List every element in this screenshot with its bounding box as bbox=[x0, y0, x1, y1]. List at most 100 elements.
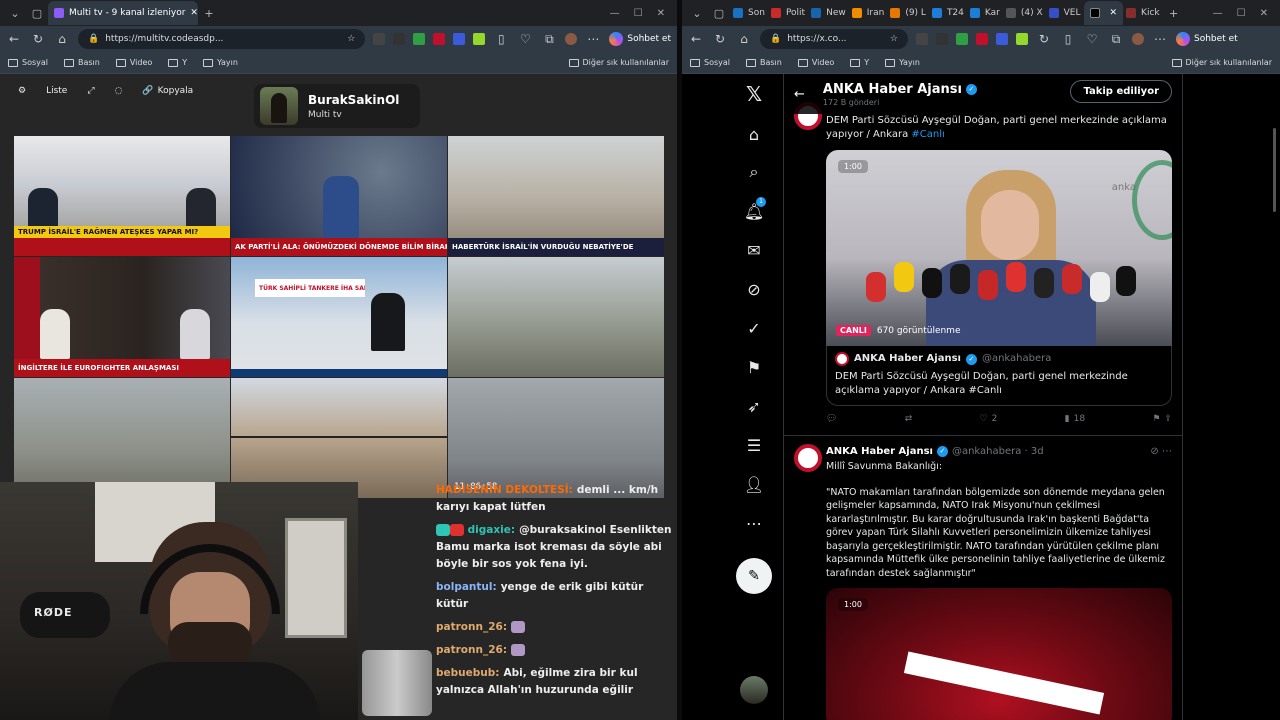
extension-icon[interactable] bbox=[473, 33, 486, 45]
tv-tile[interactable]: AK PARTİ'Lİ ALA: ÖNÜMÜZDEKİ DÖNEMDE BİLİ… bbox=[231, 136, 447, 256]
extension-icon[interactable] bbox=[1016, 33, 1028, 45]
workspaces-icon[interactable]: ▢ bbox=[708, 2, 730, 24]
tv-tile[interactable]: TÜRK SAHİPLİ TANKERE İHA SALDIRISI bbox=[231, 257, 447, 377]
profile-icon[interactable]: 👤︎ bbox=[742, 472, 766, 496]
extension-icon[interactable] bbox=[393, 33, 406, 45]
maximize-icon[interactable]: ☐ bbox=[634, 8, 643, 19]
other-favorites[interactable]: Diğer sık kullanılanlar bbox=[1171, 58, 1272, 67]
tab[interactable]: Kar bbox=[967, 1, 1003, 25]
tab[interactable]: Iran bbox=[849, 1, 888, 25]
lists-icon[interactable]: ☰ bbox=[742, 433, 766, 457]
grok-icon[interactable]: ⊘ bbox=[742, 277, 766, 301]
other-favorites[interactable]: Diğer sık kullanılanlar bbox=[568, 58, 669, 67]
bookmark-folder[interactable]: Video bbox=[115, 58, 152, 67]
extension-icon[interactable] bbox=[996, 33, 1008, 45]
split-screen-icon[interactable]: ▯ bbox=[493, 32, 509, 46]
home-icon[interactable]: ⌂ bbox=[742, 122, 766, 146]
scrollbar[interactable] bbox=[1273, 128, 1276, 212]
bookmark-folder[interactable]: Video bbox=[797, 58, 834, 67]
bookmark-folder[interactable]: Y bbox=[168, 58, 187, 67]
extension-icon[interactable] bbox=[916, 33, 928, 45]
hashtag-link[interactable]: #Canlı bbox=[911, 129, 944, 140]
tab[interactable]: Polit bbox=[768, 1, 808, 25]
retweet-button[interactable]: ⇄ bbox=[905, 414, 913, 424]
extension-icon[interactable] bbox=[453, 33, 466, 45]
close-window-icon[interactable]: ✕ bbox=[657, 8, 665, 19]
tab[interactable]: Son bbox=[730, 1, 768, 25]
new-tab-icon[interactable]: + bbox=[198, 2, 220, 24]
tab-multitv[interactable]: Multi tv - 9 kanal izleniyor ✕ bbox=[48, 1, 198, 25]
views-button[interactable]: ▮ 18 bbox=[1065, 414, 1085, 424]
tv-tile[interactable] bbox=[14, 378, 230, 498]
url-field[interactable]: 🔒 https://x.co... ☆ bbox=[760, 29, 908, 49]
extension-icon[interactable] bbox=[956, 33, 968, 45]
extension-icon[interactable] bbox=[373, 33, 386, 45]
messages-icon[interactable]: ✉ bbox=[742, 238, 766, 262]
tab-actions-icon[interactable]: ⌄ bbox=[686, 2, 708, 24]
tab-actions-icon[interactable]: ⌄ bbox=[4, 2, 26, 24]
bookmark-folder[interactable]: Yayın bbox=[885, 58, 920, 67]
favorites-icon[interactable]: ♡ bbox=[1084, 32, 1100, 46]
search-icon[interactable]: ⌕ bbox=[742, 160, 766, 184]
refresh-icon[interactable]: ↻ bbox=[30, 32, 46, 46]
close-window-icon[interactable]: ✕ bbox=[1260, 8, 1268, 19]
following-button[interactable]: Takip ediliyor bbox=[1070, 80, 1172, 103]
profile-avatar[interactable] bbox=[565, 33, 578, 45]
back-icon[interactable]: ← bbox=[688, 32, 704, 46]
extension-icon[interactable] bbox=[976, 33, 988, 45]
tab[interactable]: Kick bbox=[1123, 1, 1163, 25]
tv-tile[interactable] bbox=[448, 257, 664, 377]
profile-avatar[interactable] bbox=[1132, 33, 1144, 45]
tv-tile[interactable]: 11:06:58 bbox=[448, 378, 664, 498]
more-options-icon[interactable]: ⋯ bbox=[742, 511, 766, 535]
reply-button[interactable]: 💬︎ bbox=[826, 414, 837, 424]
split-screen-icon[interactable]: ▯ bbox=[1060, 32, 1076, 46]
quoted-tweet[interactable]: ANKA Haber Ajansı ✓ @ankahabera DEM Parti … bbox=[826, 346, 1172, 406]
tab[interactable]: VEL bbox=[1046, 1, 1084, 25]
home-icon[interactable]: ⌂ bbox=[736, 32, 752, 46]
close-tab-icon[interactable]: ✕ bbox=[1110, 8, 1118, 18]
bookmark-folder[interactable]: Sosyal bbox=[690, 58, 730, 67]
tab[interactable]: New bbox=[808, 1, 849, 25]
copy-button[interactable]: 🔗 Kopyala bbox=[136, 82, 199, 100]
new-tab-icon[interactable]: + bbox=[1163, 2, 1185, 24]
back-arrow-icon[interactable]: ← bbox=[794, 87, 805, 102]
x-logo-icon[interactable]: 𝕏 bbox=[742, 82, 766, 106]
bookmark-folder[interactable]: Basın bbox=[64, 58, 100, 67]
grok-icon[interactable]: ⊘ bbox=[1150, 446, 1158, 457]
tv-tile[interactable]: İNGİLTERE İLE EUROFIGHTER ANLAŞMASI bbox=[14, 257, 230, 377]
like-button[interactable]: ♡ 2 bbox=[980, 414, 998, 424]
list-button[interactable]: Liste bbox=[40, 82, 73, 100]
extension-icon[interactable] bbox=[936, 33, 948, 45]
more-icon[interactable]: ⋯ bbox=[1152, 32, 1168, 46]
copilot-button[interactable]: Sohbet et bbox=[1176, 32, 1238, 46]
notifications-icon[interactable]: 🔔︎ 1 bbox=[742, 197, 766, 223]
workspaces-icon[interactable]: ▢ bbox=[26, 2, 48, 24]
tab[interactable]: T24 bbox=[929, 1, 967, 25]
tweet-video[interactable]: 1:00 bbox=[826, 588, 1172, 720]
bookmark-folder[interactable]: Y bbox=[850, 58, 869, 67]
help-button[interactable]: ◌ bbox=[109, 82, 129, 100]
minimize-icon[interactable]: — bbox=[610, 8, 620, 19]
tweet-avatar[interactable] bbox=[794, 444, 822, 472]
extension-icon[interactable] bbox=[433, 33, 446, 45]
favorites-icon[interactable]: ♡ bbox=[517, 32, 533, 46]
tab-x-active[interactable]: ✕ bbox=[1083, 1, 1124, 25]
tv-tile[interactable]: TRUMP İSRAİL'E RAĞMEN ATEŞKES YAPAR MI? bbox=[14, 136, 230, 256]
close-tab-icon[interactable]: ✕ bbox=[190, 8, 198, 18]
fullscreen-button[interactable]: ⤢ bbox=[81, 82, 100, 100]
settings-button[interactable]: ⚙ bbox=[12, 82, 32, 100]
bookmark-folder[interactable]: Yayın bbox=[203, 58, 238, 67]
tv-tile[interactable]: HABERTÜRK İSRAİL'İN VURDUĞU NEBATİYE'DE bbox=[448, 136, 664, 256]
tweet-video[interactable]: 1:00 anka CANLI 670 görüntülenme bbox=[826, 150, 1172, 346]
jobs-rocket-icon[interactable]: ➶ bbox=[742, 394, 766, 418]
home-icon[interactable]: ⌂ bbox=[54, 32, 70, 46]
tv-tile[interactable] bbox=[231, 378, 447, 498]
back-icon[interactable]: ← bbox=[6, 32, 22, 46]
more-icon[interactable]: ⋯ bbox=[585, 32, 601, 46]
bookmark-folder[interactable]: Basın bbox=[746, 58, 782, 67]
bookmark-tweet-button[interactable]: ⚑ ⇪ bbox=[1152, 414, 1172, 424]
minimize-icon[interactable]: — bbox=[1213, 8, 1223, 19]
tweet-author[interactable]: ANKA Haber Ajansı bbox=[826, 446, 933, 457]
channel-card[interactable]: BurakSakinOl Multi tv bbox=[254, 84, 420, 128]
